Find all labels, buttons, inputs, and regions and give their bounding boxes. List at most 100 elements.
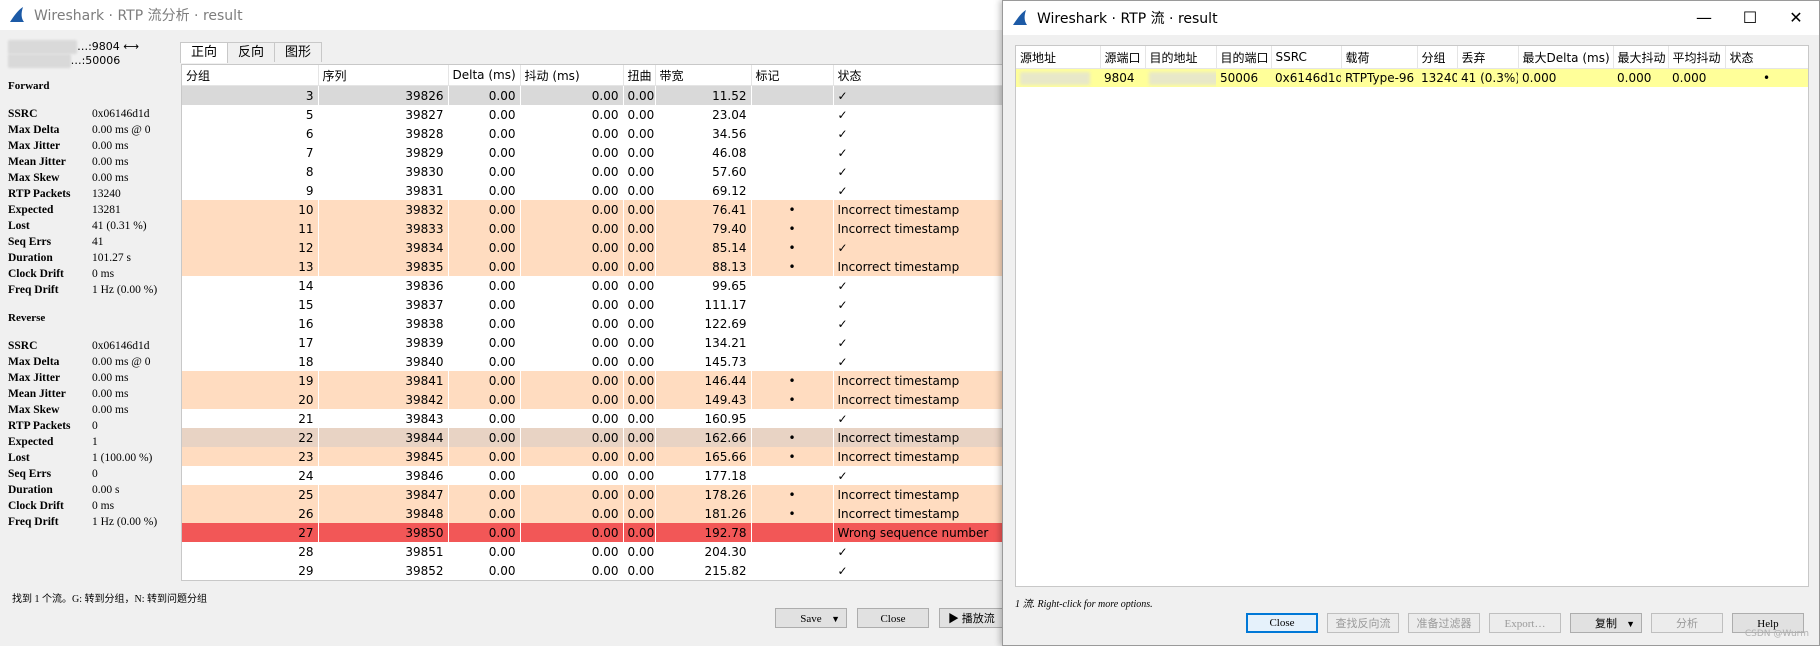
column-header[interactable]: 目的端口 <box>1216 46 1272 69</box>
tab-graph[interactable]: 图形 <box>274 42 323 62</box>
packet-cell-seq: 39846 <box>405 468 444 483</box>
streams-close-button[interactable]: Close <box>1246 613 1318 633</box>
column-header[interactable]: 序列 <box>318 65 449 86</box>
close-icon[interactable]: ✕ <box>1773 1 1819 35</box>
packet-cell-mark <box>751 162 833 181</box>
direction-tabs: 正向 反向 图形 <box>180 42 323 63</box>
packet-row[interactable]: 13 39835 0.00 0.00 0.00 88.13 • Incorrect times… <box>182 257 1002 276</box>
column-header[interactable]: 载荷 <box>1341 46 1418 69</box>
packet-cell-delta: 0.00 <box>488 316 516 331</box>
packet-cell-skew: 0.00 <box>627 563 655 578</box>
stat-row: Expected 13281 <box>8 202 178 218</box>
packet-row[interactable]: 8 39830 0.00 0.00 0.00 57.60 ✓ <box>182 162 1002 181</box>
column-header[interactable]: 状态 <box>1725 46 1808 69</box>
packet-table[interactable]: 分组 序列 Delta (ms) 抖动 (ms) 扭曲 带宽 标记 状态 3 39826 0.00… <box>181 64 1003 581</box>
stat-label: Freq Drift <box>8 284 59 296</box>
column-header[interactable]: 最大抖动 <box>1613 46 1669 69</box>
export-button[interactable]: Export… <box>1489 613 1561 633</box>
packet-row[interactable]: 25 39847 0.00 0.00 0.00 178.26 • Incorrect time… <box>182 485 1002 504</box>
packet-row[interactable]: 12 39834 0.00 0.00 0.00 85.14 • ✓ <box>182 238 1002 257</box>
packet-row[interactable]: 9 39831 0.00 0.00 0.00 69.12 ✓ <box>182 181 1002 200</box>
packet-row[interactable]: 26 39848 0.00 0.00 0.00 181.26 • Incorrect time… <box>182 504 1002 523</box>
packet-cell-skew: 0.00 <box>623 428 655 447</box>
save-button[interactable]: Save ▼ <box>775 608 847 628</box>
packet-row[interactable]: 15 39837 0.00 0.00 0.00 111.17 ✓ <box>182 295 1002 314</box>
packet-row[interactable]: 24 39846 0.00 0.00 0.00 177.18 ✓ <box>182 466 1002 485</box>
column-header[interactable]: SSRC <box>1271 46 1342 69</box>
packet-cell-delta: 0.00 <box>488 183 516 198</box>
packet-row[interactable]: 21 39843 0.00 0.00 0.00 160.95 ✓ <box>182 409 1002 428</box>
packet-row[interactable]: 10 39832 0.00 0.00 0.00 76.41 • Incorrect times… <box>182 200 1002 219</box>
column-header[interactable]: 目的地址 <box>1145 46 1217 69</box>
packet-row[interactable]: 11 39833 0.00 0.00 0.00 79.40 • Incorrect times… <box>182 219 1002 238</box>
copy-button[interactable]: 复制 ▼ <box>1570 613 1642 633</box>
analysis-close-button[interactable]: Close <box>857 608 929 628</box>
stream-payload: RTPType-96 <box>1341 68 1417 87</box>
stat-value: 0 <box>92 468 98 480</box>
column-header[interactable]: 抖动 (ms) <box>520 65 624 86</box>
packet-row[interactable]: 18 39840 0.00 0.00 0.00 145.73 ✓ <box>182 352 1002 371</box>
packet-cell-bw: 134.21 <box>704 335 747 350</box>
packet-cell-delta: 0.00 <box>488 468 516 483</box>
packet-cell-mark <box>751 523 833 542</box>
packet-cell-skew: 0.00 <box>623 504 655 523</box>
packet-row[interactable]: 23 39845 0.00 0.00 0.00 165.66 • Incorrect time… <box>182 447 1002 466</box>
packet-cell-skew: 0.00 <box>627 335 655 350</box>
column-header[interactable]: 分组 <box>1417 46 1458 69</box>
packet-cell-pkt: 10 <box>182 200 318 219</box>
find-reverse-button[interactable]: 查找反向流 <box>1327 613 1399 633</box>
stat-value: 0x06146d1d <box>92 340 150 352</box>
stream-row[interactable]: 9804 50006 0x6146d1d RTPType-96 13240 41… <box>1016 68 1808 87</box>
column-header[interactable]: 状态 <box>833 65 1002 86</box>
copy-dropdown-arrow-icon[interactable]: ▼ <box>1626 614 1635 634</box>
packet-cell-status: Wrong sequence number <box>833 523 1002 542</box>
column-header[interactable]: 丢弃 <box>1457 46 1519 69</box>
packet-row[interactable]: 28 39851 0.00 0.00 0.00 204.30 ✓ <box>182 542 1002 561</box>
analysis-title: Wireshark · RTP 流分析 · result <box>34 8 243 24</box>
column-header[interactable]: 带宽 <box>655 65 752 86</box>
packet-row[interactable]: 27 39850 0.00 0.00 0.00 192.78 Wrong sequence … <box>182 523 1002 542</box>
stat-row: SSRC 0x06146d1d <box>8 106 178 122</box>
streams-table[interactable]: 源地址 源端口 目的地址 目的端口 SSRC 载荷 分组 丢弃 最大Delta (ms) 最大抖动… <box>1015 45 1809 587</box>
packet-row[interactable]: 22 39844 0.00 0.00 0.00 162.66 • Incorrect time… <box>182 428 1002 447</box>
packet-row[interactable]: 17 39839 0.00 0.00 0.00 134.21 ✓ <box>182 333 1002 352</box>
stat-label: Mean Jitter <box>8 156 66 168</box>
column-header[interactable]: 标记 <box>751 65 834 86</box>
packet-cell-mark: • <box>751 447 833 466</box>
packet-cell-skew: 0.00 <box>627 354 655 369</box>
prepare-filter-button[interactable]: 准备过滤器 <box>1408 613 1480 633</box>
stat-label: Lost <box>8 220 30 232</box>
stat-label: Seq Errs <box>8 236 52 248</box>
packet-row[interactable]: 3 39826 0.00 0.00 0.00 11.52 ✓ <box>182 85 1002 105</box>
column-header[interactable]: 分组 <box>182 65 319 86</box>
minimize-icon[interactable]: — <box>1681 1 1727 35</box>
packet-row[interactable]: 5 39827 0.00 0.00 0.00 23.04 ✓ <box>182 105 1002 124</box>
column-header[interactable]: 源地址 <box>1016 46 1101 69</box>
column-header[interactable]: 最大Delta (ms) <box>1518 46 1614 69</box>
tab-forward[interactable]: 正向 <box>180 42 229 63</box>
packet-row[interactable]: 29 39852 0.00 0.00 0.00 215.82 ✓ <box>182 561 1002 580</box>
analyze-button[interactable]: 分析 <box>1651 613 1723 633</box>
packet-row[interactable]: 6 39828 0.00 0.00 0.00 34.56 ✓ <box>182 124 1002 143</box>
stream-max-delta: 0.000 <box>1518 68 1613 87</box>
packet-cell-bw: 76.41 <box>655 200 751 219</box>
tab-reverse[interactable]: 反向 <box>227 42 276 62</box>
packet-cell-mark <box>751 352 833 371</box>
maximize-icon[interactable]: ☐ <box>1727 1 1773 35</box>
column-header[interactable]: 扭曲 <box>623 65 656 86</box>
packet-cell-status: ✓ <box>833 85 1002 105</box>
column-header[interactable]: 源端口 <box>1100 46 1146 69</box>
packet-cell-mark <box>751 85 833 105</box>
save-dropdown-arrow-icon[interactable]: ▼ <box>831 609 840 629</box>
packet-row[interactable]: 19 39841 0.00 0.00 0.00 146.44 • Incorrect time… <box>182 371 1002 390</box>
packet-cell-delta: 0.00 <box>448 219 520 238</box>
play-streams-button[interactable]: ▶ 播放流 <box>939 608 1009 628</box>
packet-row[interactable]: 7 39829 0.00 0.00 0.00 46.08 ✓ <box>182 143 1002 162</box>
packet-row[interactable]: 20 39842 0.00 0.00 0.00 149.43 • Incorrect time… <box>182 390 1002 409</box>
column-header[interactable]: 平均抖动 <box>1668 46 1726 69</box>
packet-row[interactable]: 16 39838 0.00 0.00 0.00 122.69 ✓ <box>182 314 1002 333</box>
packet-row[interactable]: 14 39836 0.00 0.00 0.00 99.65 ✓ <box>182 276 1002 295</box>
packet-cell-bw: 181.26 <box>655 504 751 523</box>
stat-label: Clock Drift <box>8 500 64 512</box>
column-header[interactable]: Delta (ms) <box>448 65 521 86</box>
